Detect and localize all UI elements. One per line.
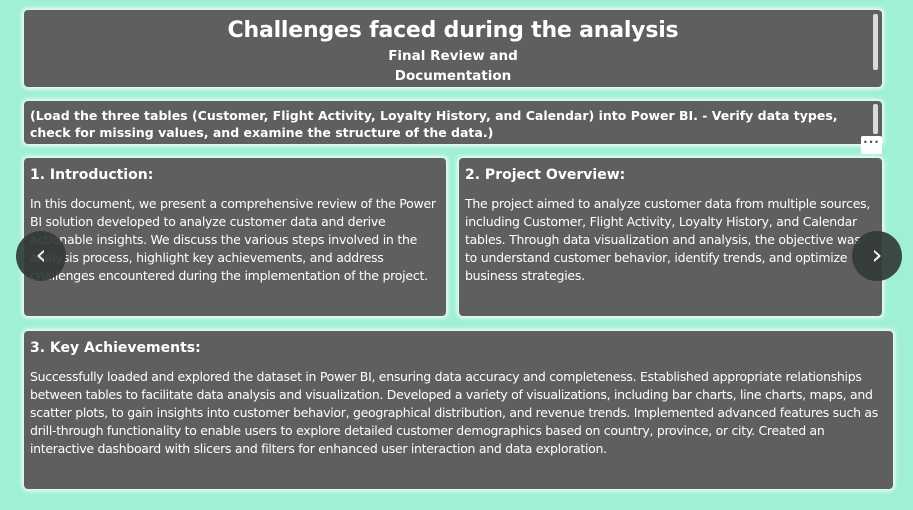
subtitle-line-2: Documentation [394, 68, 512, 84]
next-slide-button[interactable]: › [852, 231, 902, 281]
project-overview-heading: 2. Project Overview: [465, 167, 626, 183]
introduction-card: 1. Introduction: In this document, we pr… [24, 158, 446, 316]
chevron-right-icon: › [871, 238, 883, 271]
project-overview-card: 2. Project Overview: The project aimed t… [459, 158, 882, 316]
load-instructions-card: (Load the three tables (Customer, Flight… [24, 101, 882, 144]
introduction-body: In this document, we present a comprehen… [30, 196, 436, 283]
load-scrollbar[interactable] [873, 104, 878, 134]
title-card: Challenges faced during the analysis Fin… [24, 10, 882, 87]
key-achievements-heading: 3. Key Achievements: [30, 340, 201, 356]
load-instructions-text: (Load the three tables (Customer, Flight… [30, 108, 838, 140]
chevron-left-icon: ‹ [35, 238, 47, 271]
introduction-heading: 1. Introduction: [30, 167, 154, 183]
subtitle-line-1: Final Review and [388, 48, 518, 64]
previous-slide-button[interactable]: ‹ [16, 231, 66, 281]
page-title: Challenges faced during the analysis [227, 18, 679, 43]
page-subtitle: Final Review and Documentation [24, 46, 882, 86]
more-options-icon: ··· [863, 135, 880, 149]
key-achievements-card: 3. Key Achievements: Successfully loaded… [24, 331, 893, 489]
project-overview-body: The project aimed to analyze customer da… [465, 196, 871, 283]
key-achievements-body: Successfully loaded and explored the dat… [30, 369, 878, 456]
title-scrollbar[interactable] [873, 14, 878, 70]
more-options-button[interactable]: ··· [861, 136, 882, 154]
